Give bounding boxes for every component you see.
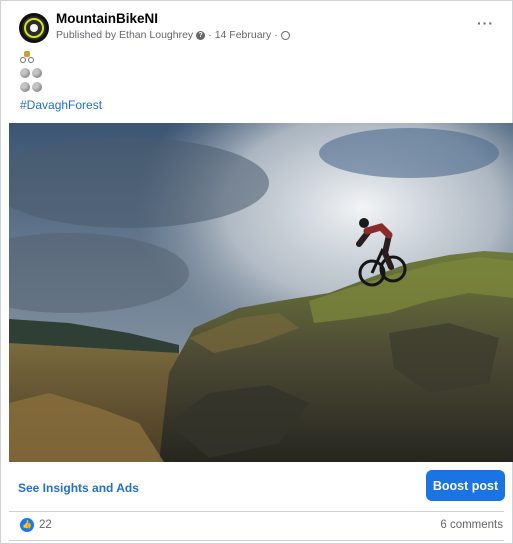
logo-dot-icon	[30, 24, 38, 32]
comments-count-link[interactable]: 6 comments	[440, 519, 503, 531]
see-insights-link[interactable]: See Insights and Ads	[18, 481, 139, 495]
ball-emoji-icon	[20, 82, 30, 92]
ball-emoji-icon	[20, 68, 30, 78]
footer-divider	[9, 511, 504, 512]
hashtag-link[interactable]: #DavaghForest	[20, 98, 102, 112]
ball-emoji-row	[20, 68, 42, 78]
more-options-button[interactable]: ···	[477, 15, 494, 31]
post-date-link[interactable]: 14 February	[215, 29, 272, 41]
page-avatar[interactable]	[19, 13, 49, 43]
post-photo[interactable]	[9, 123, 513, 462]
boost-post-button[interactable]: Boost post	[426, 470, 505, 501]
mountain-biker-emoji-icon	[20, 51, 34, 63]
ball-emoji-icon	[32, 82, 42, 92]
post-meta: Published by Ethan Loughrey ? · 14 Febru…	[56, 29, 290, 41]
reaction-count[interactable]: 22	[39, 519, 52, 531]
thumbs-up-icon[interactable]: 👍	[20, 518, 34, 532]
bottom-divider	[9, 540, 504, 541]
meta-separator: ·	[208, 29, 212, 41]
meta-separator: ·	[274, 29, 278, 41]
page-name-link[interactable]: MountainBikeNI	[56, 11, 158, 26]
ball-emoji-row	[20, 82, 42, 92]
ball-emoji-icon	[32, 68, 42, 78]
globe-icon	[280, 30, 290, 40]
bike-emoji-row	[20, 51, 34, 63]
published-by-text: Published by Ethan Loughrey	[56, 29, 194, 41]
post-card: MountainBikeNI Published by Ethan Loughr…	[0, 0, 513, 544]
question-icon[interactable]: ?	[196, 30, 206, 40]
